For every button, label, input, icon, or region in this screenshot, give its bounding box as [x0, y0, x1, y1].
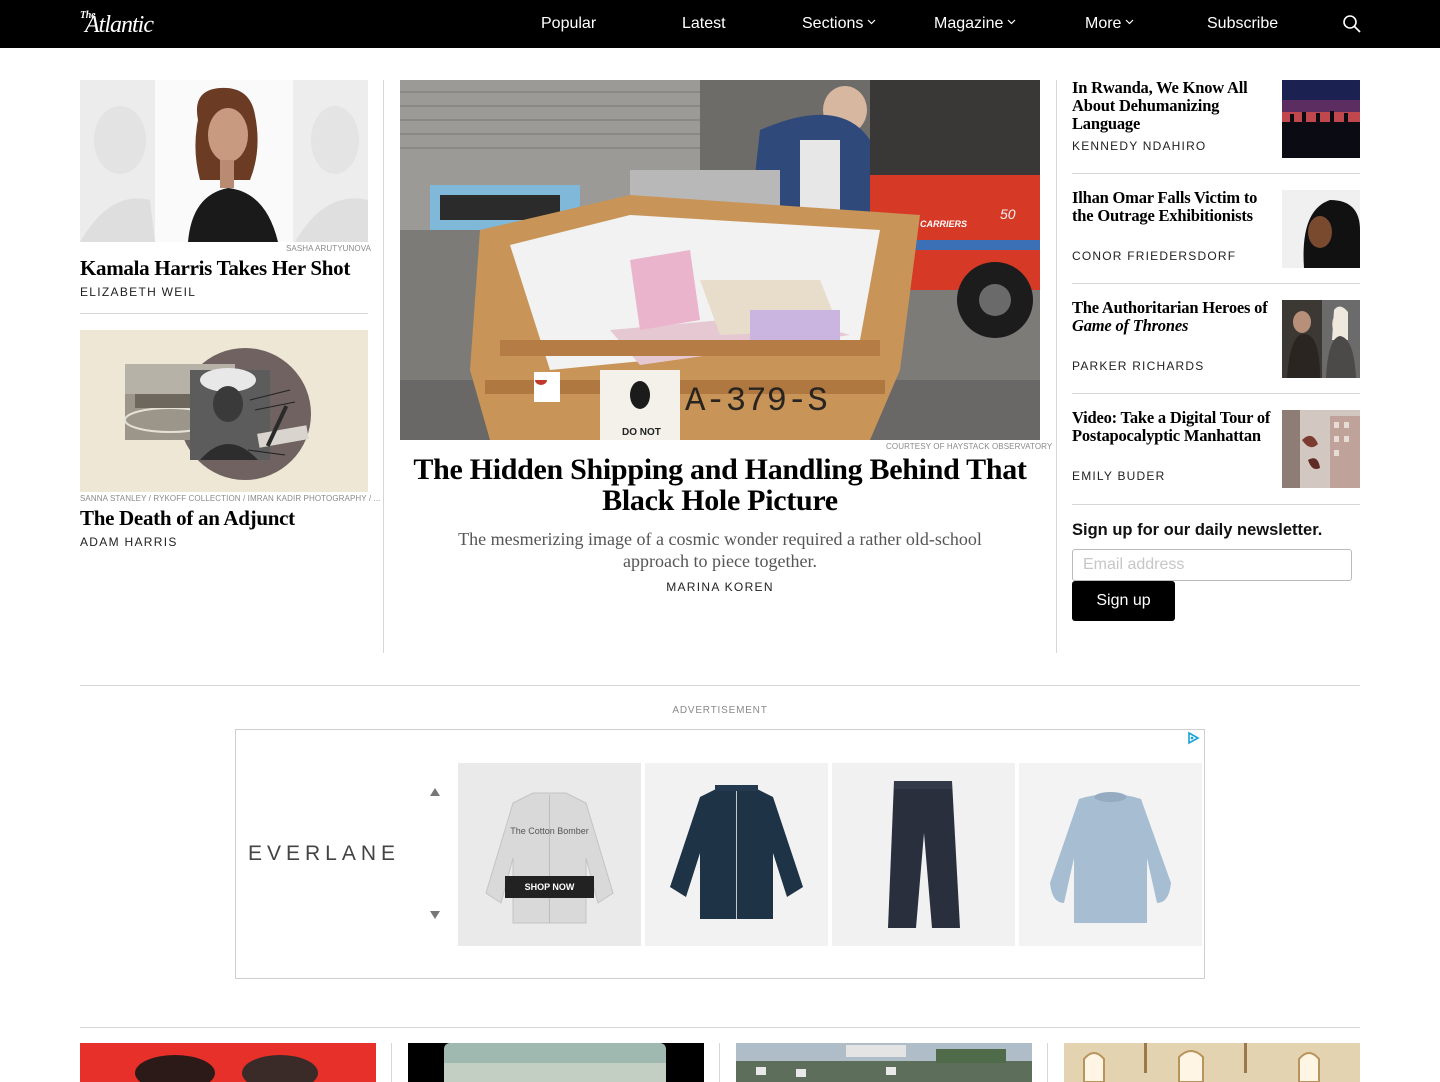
sidebar-byline[interactable]: EMILY BUDER — [1072, 469, 1165, 483]
newsletter-signup-button[interactable]: Sign up — [1072, 581, 1175, 621]
kamala-harris-image[interactable] — [80, 80, 368, 242]
nav-popular[interactable]: Popular — [541, 14, 596, 34]
column-divider — [1056, 80, 1057, 653]
ilhan-omar-photo — [1282, 190, 1360, 268]
ad-product-jeans[interactable] — [832, 763, 1015, 946]
sidebar-byline[interactable]: PARKER RICHARDS — [1072, 359, 1204, 373]
image-credit: SASHA ARUTYUNOVA — [286, 244, 372, 253]
ad-brand-logo[interactable]: EVERLANE — [248, 842, 400, 866]
manhattan-thumbnail[interactable] — [1282, 410, 1360, 488]
section-divider — [80, 685, 1360, 686]
story-byline[interactable]: ADAM HARRIS — [80, 535, 178, 549]
sidebar-headline[interactable]: The Authoritarian Heroes of Game of Thro… — [1072, 299, 1272, 335]
adjunct-image[interactable] — [80, 330, 368, 492]
top-nav: The Atlantic Popular Latest Sections Mag… — [0, 0, 1440, 48]
search-icon[interactable] — [1342, 14, 1362, 34]
ad-product-sweatshirt[interactable] — [1019, 763, 1202, 946]
sidebar-headline[interactable]: Ilhan Omar Falls Victim to the Outrage E… — [1072, 189, 1272, 225]
manhattan-photo — [1282, 410, 1360, 488]
got-thumbnail[interactable] — [1282, 300, 1360, 378]
sweatshirt-image — [1050, 792, 1171, 923]
image-credit: COURTESY OF HAYSTACK OBSERVATORY — [886, 442, 1053, 451]
ad-product-label: The Cotton Bomber — [510, 826, 589, 836]
carousel-down-arrow-icon[interactable] — [430, 911, 440, 919]
nav-subscribe[interactable]: Subscribe — [1207, 14, 1278, 34]
divider — [80, 313, 368, 314]
story-headline[interactable]: The Death of an Adjunct — [80, 506, 295, 530]
column-divider — [719, 1043, 720, 1082]
chevron-down-icon — [1007, 19, 1016, 25]
sidebar-byline[interactable]: CONOR FRIEDERSDORF — [1072, 249, 1236, 263]
bottom-photo-2 — [408, 1043, 704, 1082]
navy-bomber-image — [670, 785, 803, 919]
forklift-text: CARRIERS — [920, 219, 967, 229]
crate-warning: DO NOT — [622, 427, 661, 438]
bottom-story-image-3[interactable] — [736, 1043, 1032, 1082]
divider — [1072, 504, 1360, 505]
rwanda-thumbnail[interactable] — [1282, 80, 1360, 158]
newsletter-email-input[interactable] — [1072, 549, 1352, 581]
shop-now-button[interactable]: SHOP NOW — [505, 876, 594, 898]
hero-photo-crate: CARRIERS 50 A-379-S DO NOT — [400, 80, 1040, 440]
sidebar-headline[interactable]: In Rwanda, We Know All About Dehumanizin… — [1072, 79, 1272, 133]
divider — [1072, 173, 1360, 174]
nav-magazine[interactable]: Magazine — [934, 14, 1016, 34]
logo-atlantic: Atlantic — [85, 12, 154, 38]
nav-more[interactable]: More — [1085, 14, 1134, 34]
advertisement-label: ADVERTISEMENT — [672, 705, 768, 716]
crate-label: A-379-S — [685, 383, 828, 421]
section-divider — [80, 1027, 1360, 1028]
bottom-story-image-2[interactable] — [408, 1043, 704, 1082]
hero-image[interactable]: CARRIERS 50 A-379-S DO NOT — [400, 80, 1040, 440]
ad-unit[interactable]: EVERLANE The Cotton Bomber SHOP NOW — [235, 729, 1205, 979]
nav-sections-label: Sections — [802, 15, 864, 32]
sidebar-byline[interactable]: KENNEDY NDAHIRO — [1072, 139, 1206, 153]
chevron-down-icon — [867, 19, 876, 25]
carousel-up-arrow-icon[interactable] — [430, 788, 440, 796]
bottom-photo-1 — [80, 1043, 376, 1082]
image-credit: SANNA STANLEY / RYKOFF COLLECTION / IMRA… — [80, 494, 381, 503]
nav-magazine-label: Magazine — [934, 15, 1004, 32]
forklift-number: 50 — [1000, 206, 1016, 222]
hero-byline[interactable]: MARINA KOREN — [400, 580, 1040, 594]
divider — [1072, 393, 1360, 394]
rwanda-photo — [1282, 80, 1360, 158]
bottom-story-image-1[interactable] — [80, 1043, 376, 1082]
got-photo — [1282, 300, 1360, 378]
chevron-down-icon — [1126, 19, 1134, 25]
column-divider — [383, 80, 384, 653]
bottom-photo-4 — [1064, 1043, 1360, 1082]
sidebar-headline[interactable]: Video: Take a Digital Tour of Postapocal… — [1072, 409, 1272, 445]
hero-headline[interactable]: The Hidden Shipping and Handling Behind … — [400, 454, 1040, 516]
story-headline[interactable]: Kamala Harris Takes Her Shot — [80, 256, 350, 280]
jeans-image — [888, 781, 960, 928]
nav-sections[interactable]: Sections — [802, 14, 876, 34]
bottom-photo-3 — [736, 1043, 1032, 1082]
kamala-harris-photo — [80, 80, 368, 242]
hero-dek: The mesmerizing image of a cosmic wonder… — [458, 529, 982, 571]
adchoices-icon[interactable] — [1186, 731, 1200, 745]
column-divider — [391, 1043, 392, 1082]
adjunct-collage — [80, 330, 368, 492]
sidebar-headline-pre: The Authoritarian Heroes of — [1072, 298, 1268, 317]
gray-bomber-image — [485, 792, 614, 924]
sidebar-headline-em: Game of Thrones — [1072, 316, 1189, 335]
nav-more-label: More — [1085, 15, 1122, 32]
ilhan-omar-thumbnail[interactable] — [1282, 190, 1360, 268]
column-divider — [1047, 1043, 1048, 1082]
ad-product-bomber-gray[interactable]: The Cotton Bomber SHOP NOW — [458, 763, 641, 946]
newsletter-title: Sign up for our daily newsletter. — [1072, 521, 1323, 539]
bottom-story-image-4[interactable] — [1064, 1043, 1360, 1082]
ad-product-bomber-navy[interactable] — [645, 763, 828, 946]
divider — [1072, 283, 1360, 284]
story-byline[interactable]: ELIZABETH WEIL — [80, 285, 196, 299]
nav-latest[interactable]: Latest — [682, 14, 726, 34]
